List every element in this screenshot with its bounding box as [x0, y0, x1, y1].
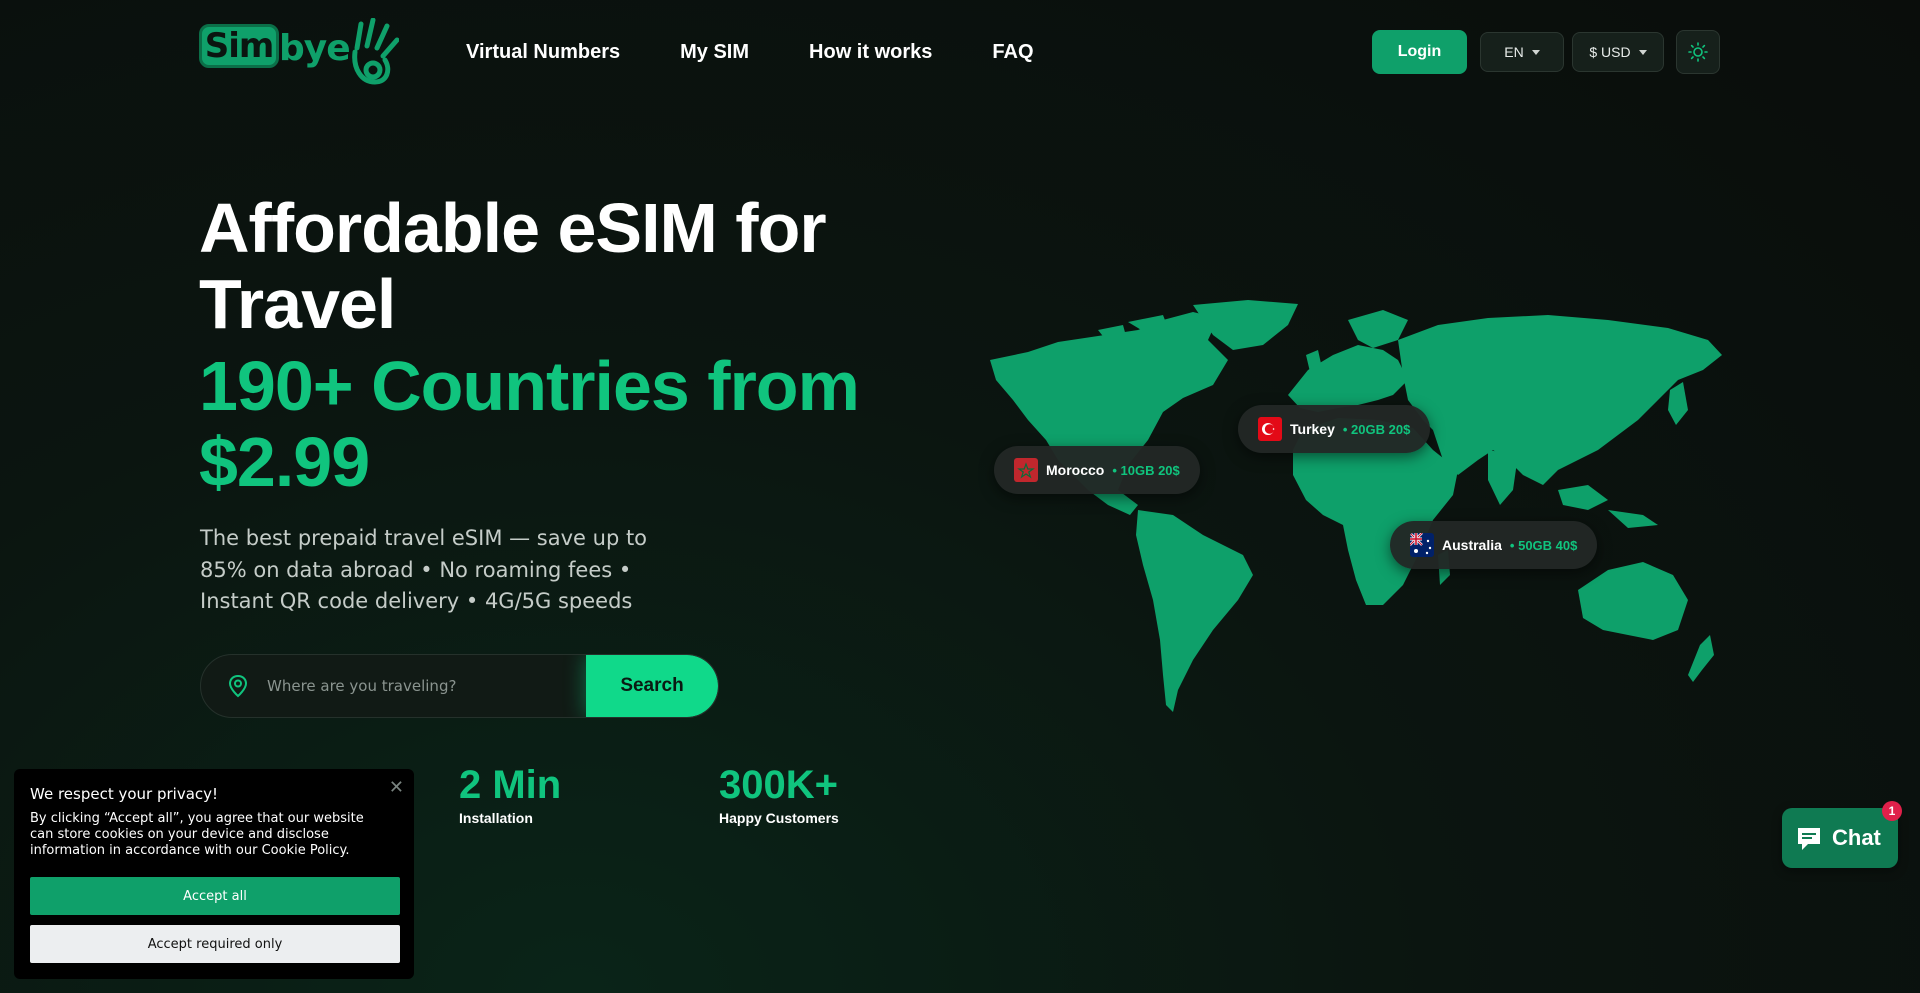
- chat-notification-badge: 1: [1882, 801, 1902, 821]
- language-select[interactable]: EN: [1480, 32, 1564, 72]
- chat-bubble-icon: [1798, 828, 1820, 850]
- logo-sim-text: Sim: [199, 24, 279, 68]
- sun-icon: [1688, 42, 1708, 62]
- stat-label: Installation: [459, 810, 533, 826]
- pill-country: Australia: [1442, 537, 1502, 553]
- stat-customers: 300K+ Happy Customers: [719, 762, 839, 826]
- cookie-title: We respect your privacy!: [30, 785, 219, 803]
- world-map: [990, 300, 1722, 712]
- nav-my-sim[interactable]: My SIM: [680, 41, 749, 64]
- pill-price: • 20GB 20$: [1342, 421, 1411, 437]
- cookie-banner: ✕ We respect your privacy! By clicking “…: [14, 769, 414, 979]
- search-input[interactable]: [267, 655, 587, 717]
- chat-button[interactable]: Chat: [1782, 808, 1898, 868]
- main-nav: Virtual Numbers My SIM How it works FAQ: [466, 0, 1094, 104]
- stat-label: Happy Customers: [719, 810, 839, 826]
- simbye-logo[interactable]: Sim bye: [199, 18, 399, 88]
- map-pill-morocco[interactable]: Morocco • 10GB 20$: [994, 446, 1200, 494]
- nav-faq[interactable]: FAQ: [992, 41, 1033, 64]
- hero-highlight: 190+ Countries from $2.99: [199, 347, 860, 501]
- accept-all-button[interactable]: Accept all: [30, 877, 400, 915]
- morocco-flag-icon: [1014, 458, 1038, 482]
- theme-toggle-button[interactable]: [1676, 30, 1720, 74]
- australia-flag-icon: [1410, 533, 1434, 557]
- destination-search: Search: [200, 654, 719, 718]
- europe-shape: [1288, 345, 1408, 412]
- pill-country: Turkey: [1290, 421, 1335, 437]
- hero-title: Affordable eSIM for Travel: [199, 189, 827, 343]
- chat-label: Chat: [1832, 825, 1881, 850]
- map-pill-turkey[interactable]: Turkey • 20GB 20$: [1238, 405, 1431, 453]
- accept-required-button[interactable]: Accept required only: [30, 925, 400, 963]
- currency-select[interactable]: $ USD: [1572, 32, 1664, 72]
- chevron-down-icon: [1638, 49, 1647, 55]
- pill-price: • 50GB 40$: [1509, 537, 1578, 553]
- nav-virtual-numbers[interactable]: Virtual Numbers: [466, 41, 620, 64]
- language-value: EN: [1504, 44, 1524, 60]
- map-pill-australia[interactable]: Australia • 50GB 40$: [1390, 521, 1598, 569]
- nav-how-it-works[interactable]: How it works: [809, 41, 932, 64]
- login-button[interactable]: Login: [1372, 30, 1467, 74]
- stat-value: 300K+: [719, 763, 838, 807]
- hero-subtitle: The best prepaid travel eSIM — save up t…: [200, 526, 648, 613]
- chevron-down-icon: [1531, 49, 1540, 55]
- search-button[interactable]: Search: [586, 655, 718, 717]
- logo-bye-text: bye: [279, 28, 351, 69]
- waving-hand-icon: [352, 18, 399, 85]
- cookie-text: By clicking “Accept all”, you agree that…: [30, 811, 364, 858]
- close-icon[interactable]: ✕: [389, 777, 404, 798]
- south-america-shape: [1136, 510, 1253, 712]
- turkey-flag-icon: [1258, 417, 1282, 441]
- currency-value: $ USD: [1589, 44, 1631, 60]
- australia-shape: [1578, 562, 1688, 640]
- location-pin-icon: [228, 674, 248, 698]
- stat-value: 2 Min: [459, 763, 562, 807]
- pill-country: Morocco: [1046, 462, 1105, 478]
- stat-installation: 2 Min Installation: [459, 762, 561, 826]
- pill-price: • 10GB 20$: [1112, 462, 1180, 478]
- site-header: Sim bye Virtual Numbers My SIM How it wo…: [0, 0, 1920, 104]
